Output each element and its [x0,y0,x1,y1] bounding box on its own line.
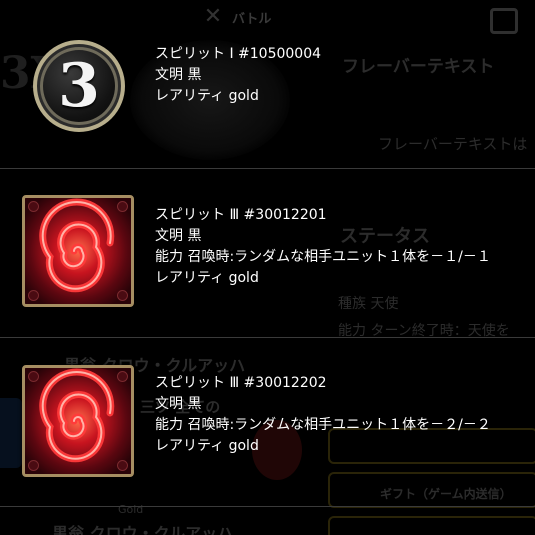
red-swirl-card-icon [22,195,134,307]
corner-gem-icon [28,201,39,212]
list-item[interactable]: 3 スピリット Ⅰ #10500004 文明 黒 レアリティ gold [0,0,535,169]
item-details: スピリット Ⅲ #30012202 文明 黒 能力 召喚時:ランダムな相手ユニッ… [155,373,491,457]
badge-number: 3 [58,51,100,121]
item-title: スピリット Ⅲ #30012201 [155,207,327,223]
item-details: スピリット Ⅲ #30012201 文明 黒 能力 召喚時:ランダムな相手ユニッ… [155,205,491,289]
corner-gem-icon [28,371,39,382]
list-item[interactable]: スピリット Ⅲ #30012201 文明 黒 能力 召喚時:ランダムな相手ユニッ… [0,169,535,338]
item-civilization: 文明 黒 [155,67,202,83]
corner-gem-icon [117,201,128,212]
item-rarity: レアリティ gold [155,88,259,104]
corner-gem-icon [117,460,128,471]
list-item[interactable]: スピリット Ⅲ #30012202 文明 黒 能力 召喚時:ランダムな相手ユニッ… [0,338,535,507]
item-title: スピリット Ⅲ #30012202 [155,375,327,391]
item-details: スピリット Ⅰ #10500004 文明 黒 レアリティ gold [155,44,321,107]
number-3-badge-icon: 3 [33,40,125,132]
background-button-3 [328,516,535,535]
corner-gem-icon [117,290,128,301]
background-card-name-2: 黒翁 クロウ・クルアッハ [52,524,234,535]
item-ability: 能力 召喚時:ランダムな相手ユニット１体を－２/－２ [155,417,491,433]
item-civilization: 文明 黒 [155,228,202,244]
item-ability: 能力 召喚時:ランダムな相手ユニット１体を－１/－１ [155,249,491,265]
corner-gem-icon [28,460,39,471]
red-swirl-card-icon [22,365,134,477]
item-civilization: 文明 黒 [155,396,202,412]
corner-gem-icon [28,290,39,301]
item-rarity: レアリティ gold [155,270,259,286]
item-rarity: レアリティ gold [155,438,259,454]
corner-gem-icon [117,371,128,382]
item-title: スピリット Ⅰ #10500004 [155,46,322,62]
nft-item-list-overlay: ✕ バトル 3X フレーバーテキスト フレーバーテキストは ステータス 種族 天… [0,0,535,535]
